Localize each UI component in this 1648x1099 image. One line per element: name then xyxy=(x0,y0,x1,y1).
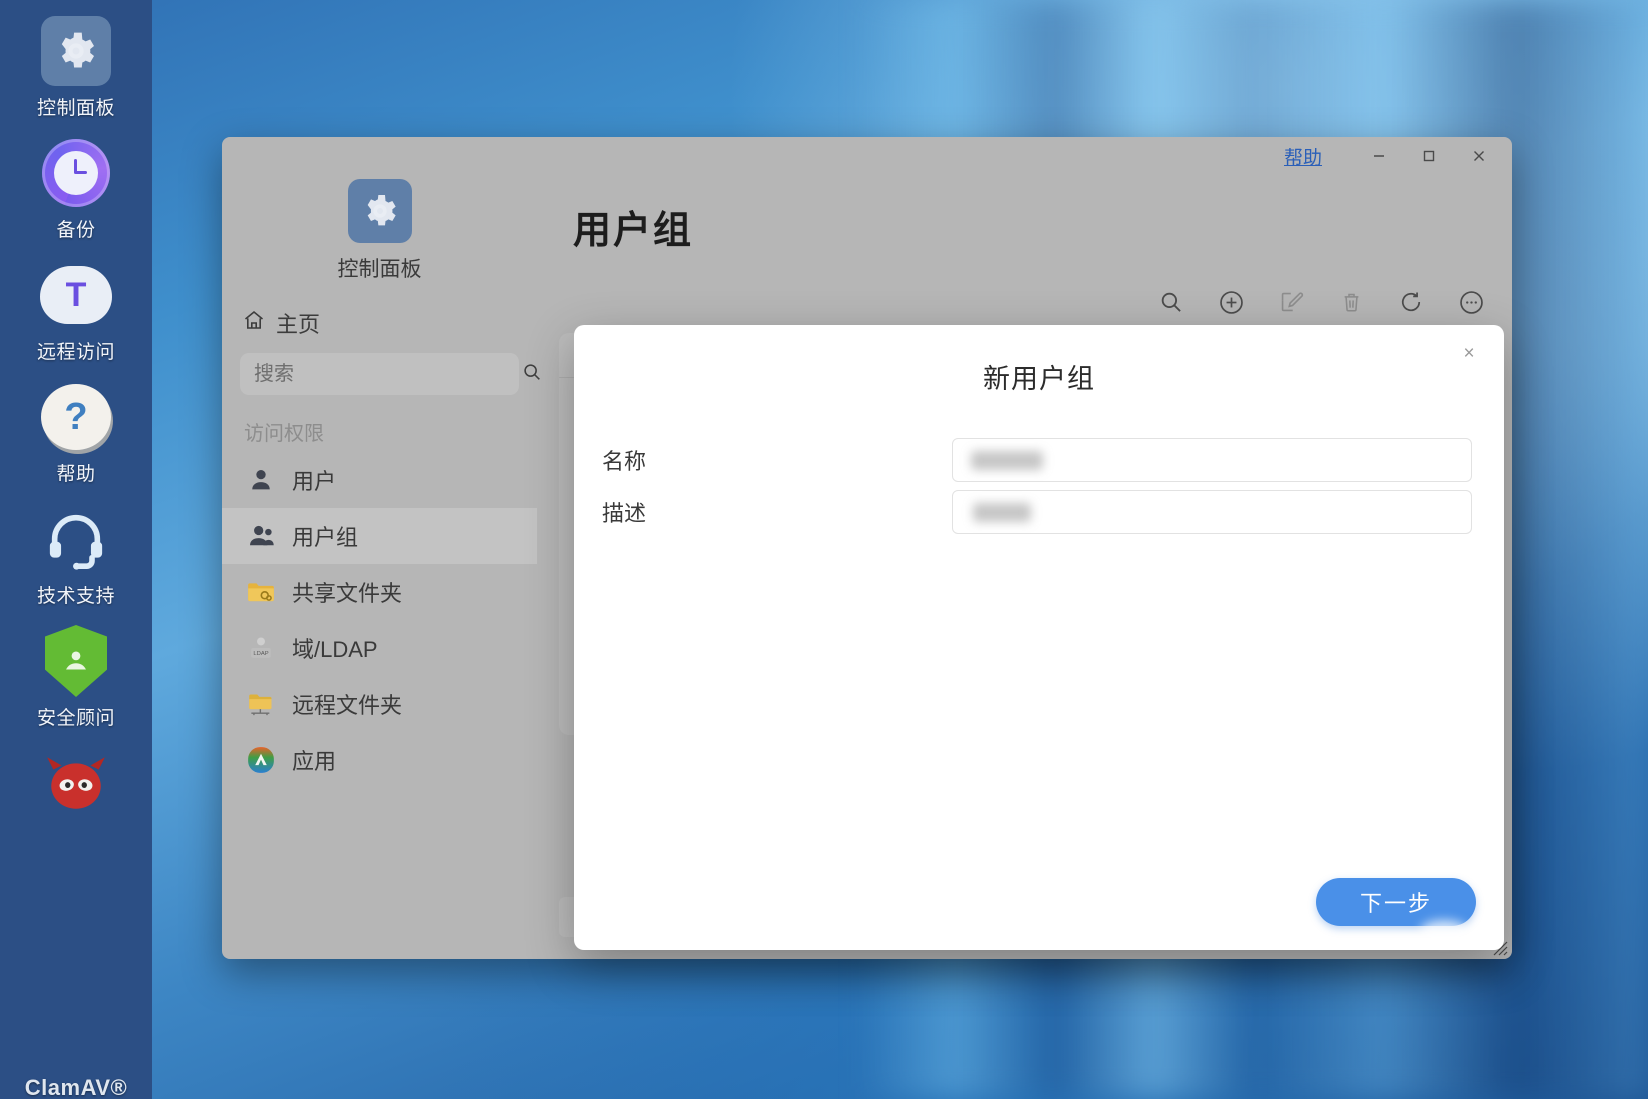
sidebar-item-label: 域/LDAP xyxy=(292,637,378,662)
window-sidebar: 控制面板 主页 搜索 访问权限 用户 用户组 共享文件夹 LDAP 域/LDAP… xyxy=(222,175,540,959)
sidebar-item-user-groups[interactable]: 用户组 xyxy=(222,508,537,564)
description-label: 描述 xyxy=(602,501,647,526)
dock-item-remote-access[interactable]: T 远程访问 xyxy=(8,258,144,364)
dialog-title: 新用户组 xyxy=(983,364,1095,394)
desktop-dock: 控制面板 备份 T 远程访问 ? 帮助 技术支持 安全顾问 ClamAV® xyxy=(0,0,152,1099)
gear-icon xyxy=(39,14,113,88)
more-icon[interactable] xyxy=(1456,287,1486,317)
close-button[interactable] xyxy=(1456,139,1502,173)
dock-item-label: 安全顾问 xyxy=(36,708,115,729)
dock-item-label: ClamAV® xyxy=(24,1075,128,1099)
gear-icon xyxy=(347,179,412,243)
dock-item-label: 控制面板 xyxy=(36,98,115,119)
sidebar-brand-label: 控制面板 xyxy=(337,258,422,281)
name-field[interactable] xyxy=(952,438,1472,482)
page-title: 用户组 xyxy=(573,210,694,252)
window-titlebar: 帮助 xyxy=(222,137,1512,175)
sidebar-item-label: 共享文件夹 xyxy=(292,581,403,606)
sidebar-search[interactable] xyxy=(240,353,540,395)
sidebar-group-title: 访问权限 xyxy=(244,423,324,445)
remote-folder-icon xyxy=(244,687,278,721)
maximize-button[interactable] xyxy=(1406,139,1452,173)
search-input[interactable] xyxy=(252,361,521,387)
sidebar-item-label: 应用 xyxy=(292,749,337,774)
name-value-redacted xyxy=(971,450,1043,470)
dialog-close-icon[interactable]: × xyxy=(1456,341,1482,367)
sidebar-item-domain-ldap[interactable]: LDAP 域/LDAP xyxy=(222,620,537,676)
new-user-group-dialog: × 新用户组 名称 描述 下一步 xyxy=(574,325,1504,950)
question-mark-icon: ? xyxy=(39,380,113,454)
name-label: 名称 xyxy=(602,449,647,474)
sidebar-item-remote-folder[interactable]: 远程文件夹 xyxy=(222,676,537,732)
form-row-description: 描述 xyxy=(602,486,1504,538)
user-group-icon xyxy=(244,519,278,553)
dock-item-clamav[interactable]: ClamAV® xyxy=(8,746,144,1099)
sidebar-item-label: 主页 xyxy=(276,312,321,337)
sidebar-item-label: 远程文件夹 xyxy=(292,693,403,718)
desktop: 控制面板 备份 T 远程访问 ? 帮助 技术支持 安全顾问 ClamAV® 帮助… xyxy=(0,0,1648,1099)
ldap-icon: LDAP xyxy=(244,631,278,665)
dock-item-label: 备份 xyxy=(56,220,96,241)
clamav-icon xyxy=(39,746,113,820)
description-field[interactable] xyxy=(952,490,1472,534)
home-icon xyxy=(242,308,266,338)
dock-item-label: 技术支持 xyxy=(36,586,115,607)
content-toolbar xyxy=(1156,287,1486,317)
sidebar-item-home[interactable]: 主页 xyxy=(242,307,537,339)
dialog-panel: × 新用户组 名称 描述 下一步 xyxy=(574,325,1504,950)
clock-backup-icon xyxy=(39,136,113,210)
sidebar-item-users[interactable]: 用户 xyxy=(222,452,537,508)
svg-text:LDAP: LDAP xyxy=(253,651,268,657)
dock-item-control-panel[interactable]: 控制面板 xyxy=(8,14,144,120)
dock-item-label: 远程访问 xyxy=(36,342,115,363)
next-button[interactable]: 下一步 xyxy=(1316,878,1476,926)
help-link[interactable]: 帮助 xyxy=(1284,143,1322,170)
sidebar-item-applications[interactable]: 应用 xyxy=(222,732,537,788)
application-icon xyxy=(244,743,278,777)
shield-advisor-icon xyxy=(39,624,113,698)
sidebar-item-label: 用户 xyxy=(292,469,337,494)
user-icon xyxy=(244,463,278,497)
dialog-footer: 下一步 xyxy=(1316,878,1476,926)
edit-icon[interactable] xyxy=(1276,287,1306,317)
shared-folder-icon xyxy=(244,575,278,609)
cloud-t-icon: T xyxy=(39,258,113,332)
search-icon[interactable] xyxy=(1156,287,1186,317)
add-icon[interactable] xyxy=(1216,287,1246,317)
delete-icon[interactable] xyxy=(1336,287,1366,317)
dock-item-backup[interactable]: 备份 xyxy=(8,136,144,242)
refresh-icon[interactable] xyxy=(1396,287,1426,317)
sidebar-brand: 控制面板 xyxy=(222,175,537,283)
dock-item-tech-support[interactable]: 技术支持 xyxy=(8,502,144,608)
dock-item-label: 帮助 xyxy=(56,464,96,485)
sidebar-item-shared-folder[interactable]: 共享文件夹 xyxy=(222,564,537,620)
headset-icon xyxy=(39,502,113,576)
minimize-button[interactable] xyxy=(1356,139,1402,173)
sidebar-item-label: 用户组 xyxy=(292,525,359,550)
dock-item-security-advisor[interactable]: 安全顾问 xyxy=(8,624,144,730)
description-value-redacted xyxy=(973,502,1031,522)
form-row-name: 名称 xyxy=(602,434,1504,486)
dock-item-help[interactable]: ? 帮助 xyxy=(8,380,144,486)
